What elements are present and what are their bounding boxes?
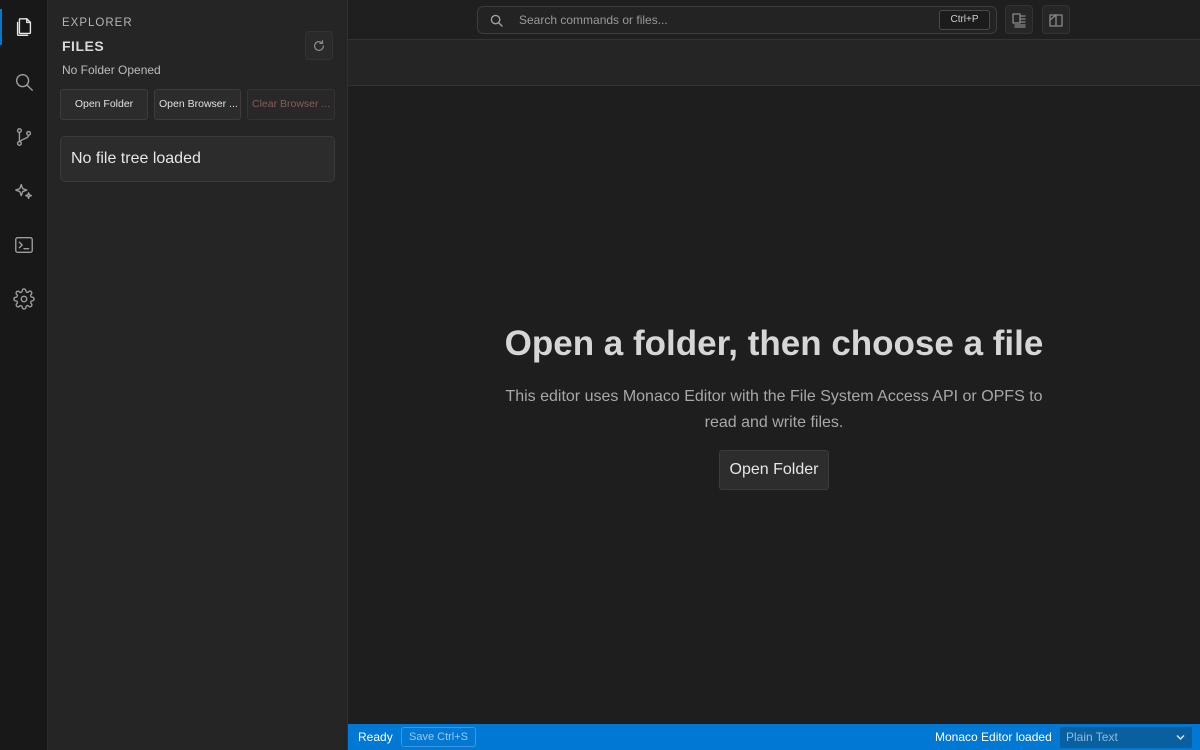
search-placeholder: Search commands or files... <box>519 13 668 27</box>
save-button[interactable]: Save Ctrl+S <box>401 727 476 747</box>
editor-area: Open a folder, then choose a file This e… <box>348 86 1200 724</box>
refresh-button[interactable] <box>305 31 333 60</box>
toggle-panel-icon <box>1012 12 1026 28</box>
sparkle-icon <box>15 183 33 200</box>
search-icon <box>490 14 503 27</box>
sidebar-section-label: EXPLORER <box>62 17 133 29</box>
search-shortcut-badge: Ctrl+P <box>939 10 990 30</box>
sidebar-title: FILES <box>62 38 105 54</box>
chevron-down-icon <box>1176 734 1185 741</box>
open-browser-button[interactable]: Open Browser ... <box>154 89 241 120</box>
folder-status: No Folder Opened <box>62 63 161 77</box>
activity-bar <box>0 0 48 750</box>
top-bar: Search commands or files... Ctrl+P <box>348 0 1200 40</box>
status-text: Ready <box>358 730 393 744</box>
status-bar: Ready Save Ctrl+S Monaco Editor loaded P… <box>348 724 1200 750</box>
split-layout-button[interactable] <box>1042 5 1070 34</box>
welcome-description: This editor uses Monaco Editor with the … <box>505 388 1043 431</box>
editor-status: Monaco Editor loaded <box>935 730 1052 744</box>
editor-tabs <box>348 40 1200 86</box>
language-mode-value: Plain Text <box>1066 730 1118 744</box>
welcome-open-folder-button[interactable]: Open Folder <box>718 450 830 490</box>
activity-source-control-button[interactable] <box>0 117 48 157</box>
search-icon <box>15 73 33 91</box>
gear-icon <box>13 288 35 310</box>
activity-ai-button[interactable] <box>0 171 48 211</box>
split-layout-icon <box>1049 13 1063 27</box>
refresh-icon <box>314 39 324 51</box>
language-mode-select[interactable]: Plain Text <box>1060 727 1192 748</box>
activity-search-button[interactable] <box>0 62 48 102</box>
file-tree-empty-message: No file tree loaded <box>60 136 335 182</box>
activity-explorer-button[interactable] <box>0 7 48 47</box>
activity-settings-button[interactable] <box>0 279 48 319</box>
clear-browser-button[interactable]: Clear Browser ... <box>247 89 335 120</box>
editor-app: EXPLORER FILES No Folder Opened Open Fol… <box>0 0 1200 750</box>
welcome-title: Open a folder, then choose a file <box>504 324 1044 363</box>
activity-terminal-button[interactable] <box>0 225 48 265</box>
explorer-sidebar: EXPLORER FILES No Folder Opened Open Fol… <box>48 0 348 750</box>
open-folder-button[interactable]: Open Folder <box>60 89 148 120</box>
toggle-panel-button[interactable] <box>1005 5 1033 34</box>
source-control-icon <box>16 128 32 146</box>
welcome-panel: Open a folder, then choose a file This e… <box>348 322 1200 490</box>
terminal-icon <box>15 236 33 254</box>
files-icon <box>16 18 32 36</box>
command-search-input[interactable]: Search commands or files... Ctrl+P <box>477 6 997 34</box>
